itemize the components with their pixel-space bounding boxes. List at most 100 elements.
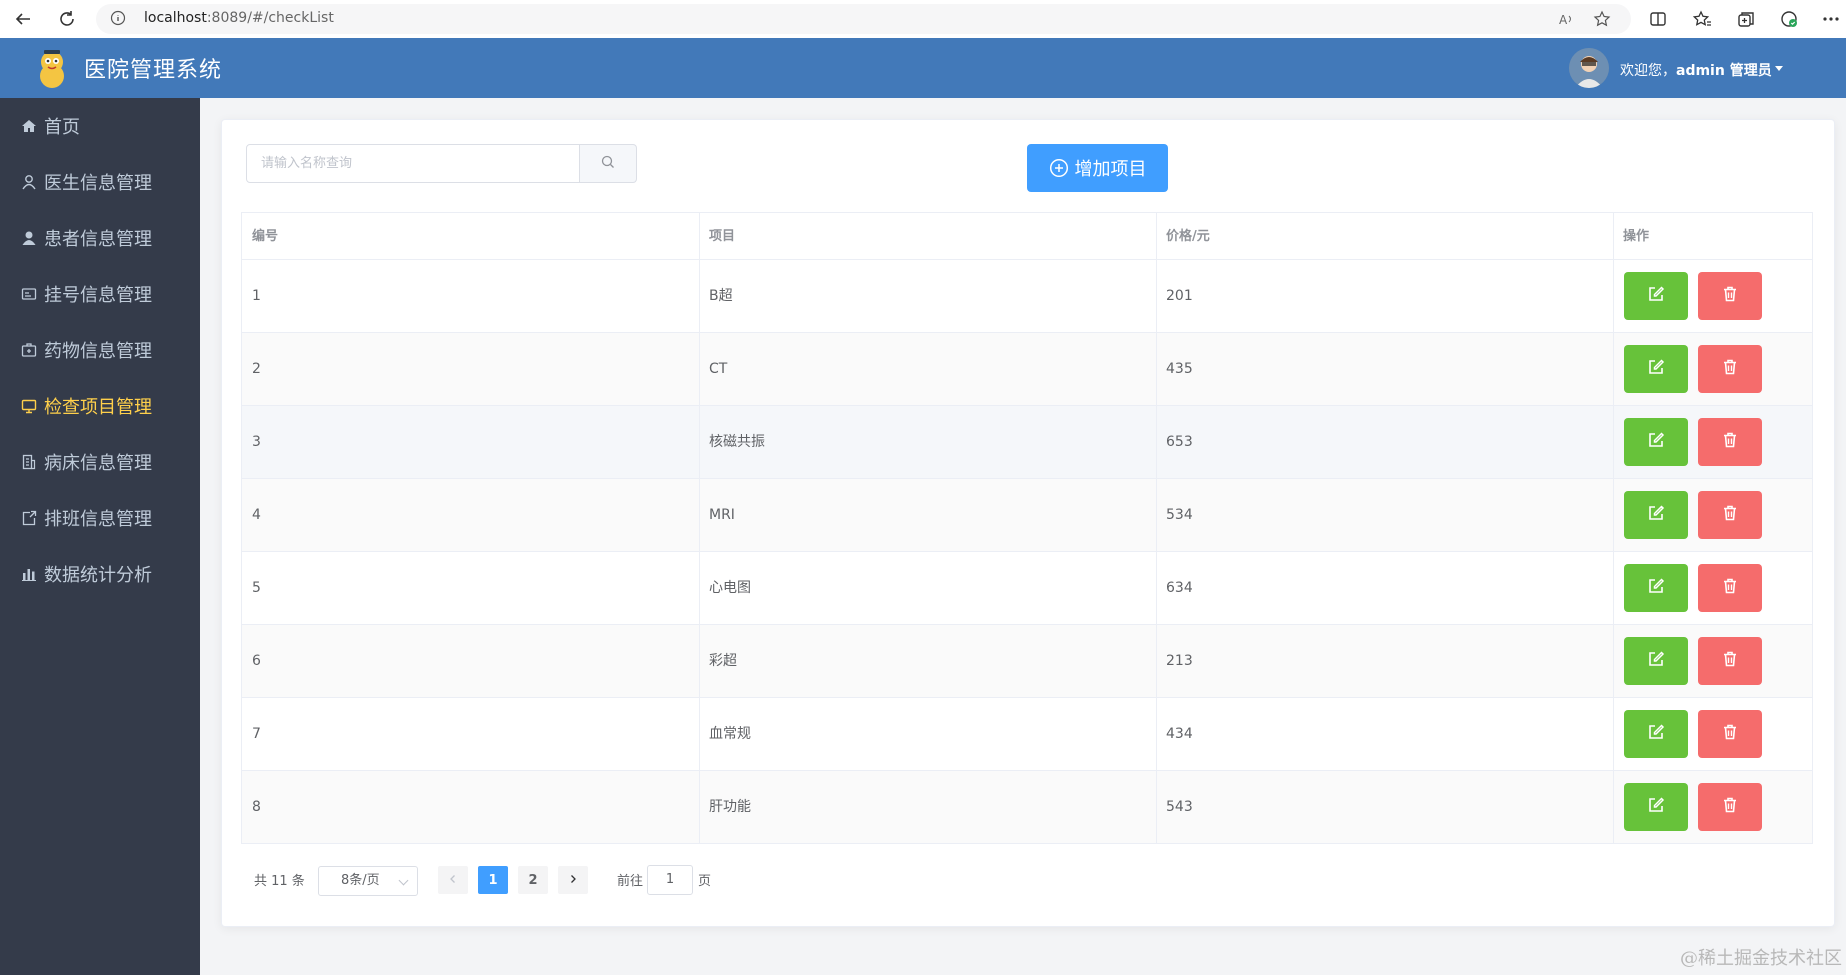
column-header-actions: 操作 (1623, 229, 1650, 244)
edit-icon (1647, 650, 1665, 672)
address-bar[interactable]: localhost:8089/#/checkList A (96, 4, 1631, 34)
table-row: 6 彩超 213 (241, 625, 1813, 698)
sidebar-item-label: 数据统计分析 (44, 565, 152, 586)
trash-icon (1721, 650, 1739, 672)
sidebar-item-beds[interactable]: 病床信息管理 (0, 434, 200, 490)
edit-button[interactable] (1624, 272, 1688, 320)
search-button[interactable] (580, 144, 637, 183)
sidebar-item-label: 首页 (44, 117, 80, 138)
search-input[interactable] (246, 144, 580, 183)
calendar-share-icon (20, 509, 38, 527)
cell-id: 8 (252, 799, 261, 815)
table-row: 4 MRI 534 (241, 479, 1813, 552)
edit-button[interactable] (1624, 418, 1688, 466)
sidebar-item-statistics[interactable]: 数据统计分析 (0, 546, 200, 602)
home-icon (20, 117, 38, 135)
cell-name: MRI (709, 507, 735, 523)
split-screen-icon[interactable] (1648, 9, 1668, 29)
delete-button[interactable] (1698, 491, 1762, 539)
edit-button[interactable] (1624, 491, 1688, 539)
delete-button[interactable] (1698, 564, 1762, 612)
delete-button[interactable] (1698, 345, 1762, 393)
edit-button[interactable] (1624, 564, 1688, 612)
search-icon (601, 154, 615, 173)
cell-name: 血常规 (709, 726, 751, 742)
sidebar-item-registration[interactable]: 挂号信息管理 (0, 266, 200, 322)
app-logo (32, 46, 72, 90)
edit-button[interactable] (1624, 637, 1688, 685)
edit-button[interactable] (1624, 710, 1688, 758)
edit-button[interactable] (1624, 783, 1688, 831)
sidebar-item-patients[interactable]: 患者信息管理 (0, 210, 200, 266)
cell-id: 4 (252, 507, 261, 523)
sidebar-item-schedule[interactable]: 排班信息管理 (0, 490, 200, 546)
edit-icon (1647, 358, 1665, 380)
column-header-name: 项目 (709, 229, 736, 244)
cell-price: 434 (1166, 726, 1193, 742)
prev-page-button[interactable] (438, 866, 468, 894)
favorites-icon[interactable] (1692, 9, 1712, 29)
favorite-star-icon[interactable] (1593, 10, 1611, 28)
sidebar-item-check-items[interactable]: 检查项目管理 (0, 378, 200, 434)
user-avatar[interactable] (1569, 48, 1609, 88)
page-button-2[interactable]: 2 (518, 866, 548, 894)
back-arrow-icon[interactable] (12, 8, 34, 30)
table-row: 1 B超 201 (241, 260, 1813, 333)
dropdown-caret-icon[interactable] (1775, 66, 1783, 71)
chevron-left-icon (448, 873, 458, 888)
sidebar-item-label: 挂号信息管理 (44, 285, 152, 306)
trash-icon (1721, 723, 1739, 745)
cell-name: 心电图 (709, 580, 751, 596)
sidebar-item-label: 检查项目管理 (44, 397, 152, 418)
page-size-select[interactable]: 8条/页 (318, 866, 418, 896)
postcard-icon (20, 285, 38, 303)
delete-button[interactable] (1698, 783, 1762, 831)
sidebar-item-medicine[interactable]: 药物信息管理 (0, 322, 200, 378)
trash-icon (1721, 504, 1739, 526)
edit-icon (1647, 504, 1665, 526)
add-item-button[interactable]: 增加项目 (1027, 144, 1168, 192)
trash-icon (1721, 577, 1739, 599)
trash-icon (1721, 431, 1739, 453)
more-menu-icon[interactable] (1821, 9, 1841, 29)
delete-button[interactable] (1698, 272, 1762, 320)
pagination-total: 共 11 条 (254, 874, 305, 889)
goto-page-input[interactable]: 1 (647, 865, 693, 895)
sidebar-item-label: 医生信息管理 (44, 173, 152, 194)
edit-icon (1647, 796, 1665, 818)
trash-icon (1721, 796, 1739, 818)
cell-name: 肝功能 (709, 799, 751, 815)
chevron-down-icon (398, 875, 409, 886)
goto-label: 前往 (617, 874, 644, 889)
first-aid-kit-icon (20, 341, 38, 359)
office-building-icon (20, 453, 38, 471)
edit-button[interactable] (1624, 345, 1688, 393)
edit-icon (1647, 723, 1665, 745)
user-greeting[interactable]: 欢迎您，admin 管理员 (1620, 60, 1772, 80)
next-page-button[interactable] (558, 866, 588, 894)
circle-plus-icon (1049, 158, 1069, 178)
edit-icon (1647, 285, 1665, 307)
sidebar-item-label: 排班信息管理 (44, 509, 152, 530)
site-info-icon[interactable] (110, 10, 126, 26)
cell-name: 彩超 (709, 653, 737, 669)
delete-button[interactable] (1698, 710, 1762, 758)
extensions-icon[interactable] (1779, 9, 1799, 29)
cell-id: 5 (252, 580, 261, 596)
cell-id: 7 (252, 726, 261, 742)
delete-button[interactable] (1698, 418, 1762, 466)
read-aloud-icon[interactable]: A (1558, 10, 1576, 28)
delete-button[interactable] (1698, 637, 1762, 685)
sidebar-item-home[interactable]: 首页 (0, 98, 200, 154)
url-text: localhost:8089/#/checkList (144, 10, 334, 26)
app-title: 医院管理系统 (84, 58, 223, 83)
sidebar-item-label: 患者信息管理 (44, 229, 152, 250)
add-item-label: 增加项目 (1074, 159, 1147, 180)
sidebar-item-doctors[interactable]: 医生信息管理 (0, 154, 200, 210)
collections-icon[interactable] (1736, 9, 1756, 29)
watermark: @稀土掘金技术社区 (1680, 948, 1842, 969)
table-row: 3 核磁共振 653 (241, 406, 1813, 479)
browser-toolbar: localhost:8089/#/checkList A (0, 0, 1846, 39)
page-button-1[interactable]: 1 (478, 866, 508, 894)
refresh-icon[interactable] (56, 8, 78, 30)
